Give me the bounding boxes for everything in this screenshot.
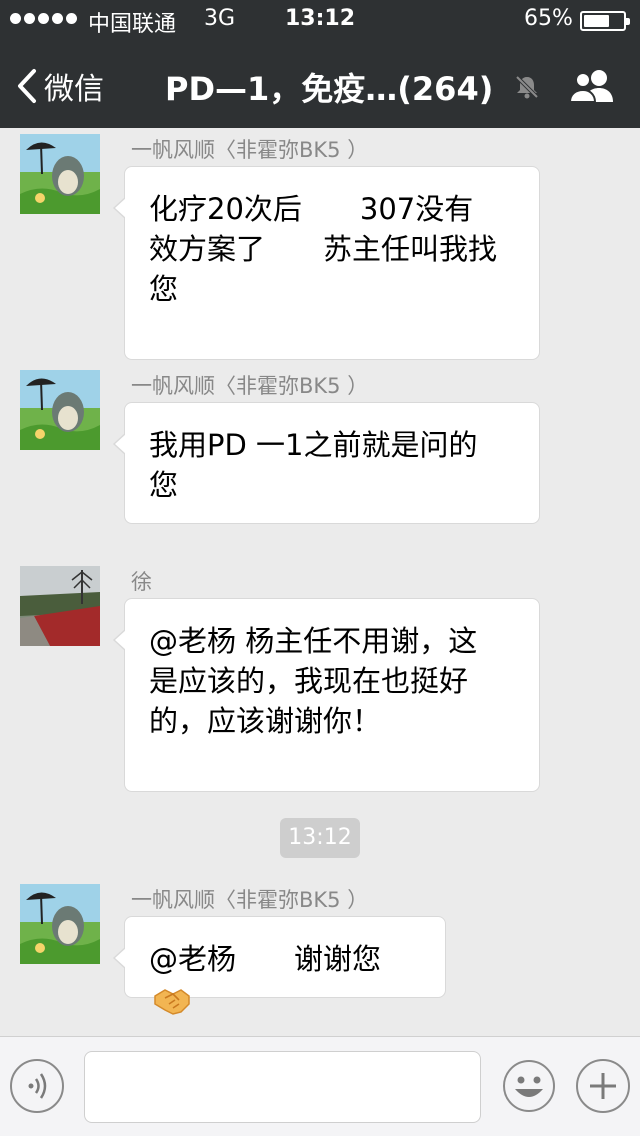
battery-fill [584, 15, 609, 27]
sender-name: 一帆风顺〈非霍弥BK5 ） [131, 374, 369, 398]
message-bubble[interactable]: @老杨 杨主任不用谢，这 是应该的，我现在也挺好 的，应该谢谢你！ [113, 598, 540, 792]
top-bar: 中国联通 3G 13:12 65% 微信 PD—1，免疫…(264) [0, 0, 640, 128]
chat-title: PD—1，免疫…(264) [165, 70, 494, 108]
sender-name: 一帆风顺〈非霍弥BK5 ） [131, 138, 369, 162]
handshake-icon [154, 989, 190, 1015]
more-button[interactable] [576, 1059, 630, 1113]
emoji-button[interactable] [502, 1059, 556, 1113]
smiley-icon [503, 1060, 555, 1112]
totoro-avatar-icon [20, 370, 100, 450]
garden-avatar-icon [20, 566, 100, 646]
input-bar [0, 1036, 640, 1136]
battery-icon [580, 11, 630, 31]
group-members-icon[interactable] [568, 68, 616, 104]
chevron-left-icon [18, 69, 36, 103]
message-bubble[interactable]: 化疗20次后 307没有 效方案了 苏主任叫我找 您 [113, 166, 540, 360]
totoro-avatar-icon [20, 884, 100, 964]
message-text: @老杨 谢谢您 [149, 942, 382, 976]
message-bubble[interactable]: @老杨 谢谢您 [113, 916, 446, 1015]
message-input[interactable] [84, 1051, 481, 1123]
sender-name: 徐 [131, 570, 152, 594]
avatar[interactable] [20, 884, 100, 964]
nav-bar: 微信 PD—1，免疫…(264) [0, 40, 640, 128]
avatar[interactable] [20, 370, 100, 450]
avatar[interactable] [20, 566, 100, 646]
sender-name: 一帆风顺〈非霍弥BK5 ） [131, 888, 369, 912]
voice-icon [28, 1073, 47, 1099]
bell-muted-icon [515, 75, 539, 99]
avatar[interactable] [20, 134, 100, 214]
back-label: 微信 [44, 72, 104, 107]
plus-icon [590, 1073, 616, 1099]
status-bar: 中国联通 3G 13:12 65% [0, 0, 640, 40]
battery-percent: 65% [524, 6, 573, 31]
message-bubble[interactable]: 我用PD 一1之前就是问的 您 [113, 402, 540, 524]
voice-button[interactable] [10, 1059, 64, 1113]
time-divider: 13:12 [280, 818, 360, 858]
totoro-avatar-icon [20, 134, 100, 214]
back-button[interactable]: 微信 [16, 64, 104, 108]
